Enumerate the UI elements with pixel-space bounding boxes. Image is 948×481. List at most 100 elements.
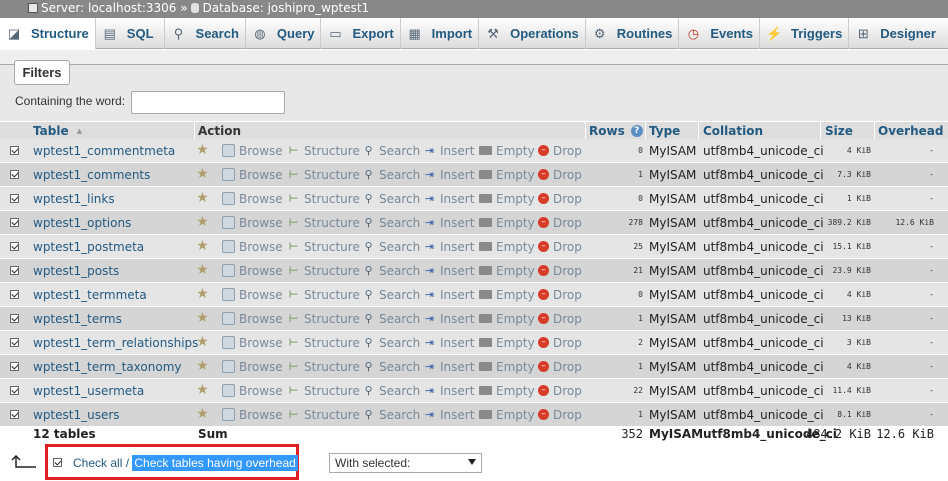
search-action[interactable]: ⚲ Search — [362, 355, 420, 378]
drop-action[interactable]: – Drop — [538, 139, 582, 162]
insert-action[interactable]: ⇥ Insert — [423, 403, 475, 426]
breadcrumb-database[interactable]: Database: joshipro_wptest1 — [202, 1, 369, 15]
search-action[interactable]: ⚲ Search — [362, 211, 420, 234]
empty-action[interactable]: Empty — [479, 211, 535, 234]
drop-action[interactable]: – Drop — [538, 331, 582, 354]
structure-action[interactable]: ⊢ Structure — [287, 307, 360, 330]
search-action[interactable]: ⚲ Search — [362, 259, 420, 282]
tab-designer[interactable]: ⊞ Designer — [849, 18, 942, 49]
size-value[interactable]: 11.4 KiB — [832, 379, 871, 402]
structure-action[interactable]: ⊢ Structure — [287, 331, 360, 354]
table-name-link[interactable]: wptest1_comments — [33, 163, 150, 186]
empty-action[interactable]: Empty — [479, 307, 535, 330]
insert-action[interactable]: ⇥ Insert — [423, 283, 475, 306]
drop-action[interactable]: – Drop — [538, 187, 582, 210]
table-name-link[interactable]: wptest1_postmeta — [33, 235, 144, 258]
structure-action[interactable]: ⊢ Structure — [287, 187, 360, 210]
col-header-type[interactable]: Type — [649, 122, 680, 139]
check-all-checkbox[interactable] — [53, 458, 62, 467]
row-checkbox[interactable] — [10, 290, 19, 299]
row-checkbox[interactable] — [10, 314, 19, 323]
empty-action[interactable]: Empty — [479, 139, 535, 162]
tab-operations[interactable]: ⚒ Operations — [479, 18, 586, 49]
size-value[interactable]: 3 KiB — [847, 331, 871, 354]
row-checkbox[interactable] — [10, 242, 19, 251]
browse-action[interactable]: Browse — [222, 379, 283, 402]
check-overhead-link[interactable]: Check tables having overhead — [132, 455, 298, 471]
favorite-star-icon[interactable]: ★ — [196, 187, 213, 210]
table-name-link[interactable]: wptest1_users — [33, 403, 120, 426]
drop-action[interactable]: – Drop — [538, 379, 582, 402]
browse-action[interactable]: Browse — [222, 403, 283, 426]
size-value[interactable]: 389.2 KiB — [828, 211, 871, 234]
structure-action[interactable]: ⊢ Structure — [287, 283, 360, 306]
tab-query[interactable]: ◍ Query — [246, 18, 322, 49]
drop-action[interactable]: – Drop — [538, 235, 582, 258]
tab-import[interactable]: ▦ Import — [401, 18, 480, 49]
empty-action[interactable]: Empty — [479, 355, 535, 378]
browse-action[interactable]: Browse — [222, 283, 283, 306]
insert-action[interactable]: ⇥ Insert — [423, 139, 475, 162]
search-action[interactable]: ⚲ Search — [362, 235, 420, 258]
drop-action[interactable]: – Drop — [538, 211, 582, 234]
tab-export[interactable]: ▭ Export — [321, 18, 401, 49]
check-all-link[interactable]: Check all — [73, 456, 122, 470]
size-value[interactable]: 23.9 KiB — [832, 259, 871, 282]
breadcrumb-server[interactable]: Server: localhost:3306 — [41, 1, 176, 15]
row-checkbox[interactable] — [10, 338, 19, 347]
tab-events[interactable]: ◷ Events — [679, 18, 760, 49]
favorite-star-icon[interactable]: ★ — [196, 403, 213, 426]
structure-action[interactable]: ⊢ Structure — [287, 355, 360, 378]
row-checkbox[interactable] — [10, 194, 19, 203]
drop-action[interactable]: – Drop — [538, 259, 582, 282]
row-checkbox[interactable] — [10, 266, 19, 275]
structure-action[interactable]: ⊢ Structure — [287, 379, 360, 402]
row-checkbox[interactable] — [10, 146, 19, 155]
favorite-star-icon[interactable]: ★ — [196, 331, 213, 354]
insert-action[interactable]: ⇥ Insert — [423, 187, 475, 210]
size-value[interactable]: 13 KiB — [842, 307, 871, 330]
favorite-star-icon[interactable]: ★ — [196, 139, 213, 162]
tab-search[interactable]: ⚲ Search — [165, 18, 246, 49]
structure-action[interactable]: ⊢ Structure — [287, 139, 360, 162]
size-value[interactable]: 4 KiB — [847, 283, 871, 306]
table-name-link[interactable]: wptest1_options — [33, 211, 131, 234]
structure-action[interactable]: ⊢ Structure — [287, 211, 360, 234]
drop-action[interactable]: – Drop — [538, 307, 582, 330]
col-header-collation[interactable]: Collation — [703, 122, 763, 139]
insert-action[interactable]: ⇥ Insert — [423, 259, 475, 282]
row-checkbox[interactable] — [10, 410, 19, 419]
structure-action[interactable]: ⊢ Structure — [287, 403, 360, 426]
favorite-star-icon[interactable]: ★ — [196, 211, 213, 234]
with-selected-dropdown[interactable]: With selected: — [329, 453, 482, 473]
insert-action[interactable]: ⇥ Insert — [423, 163, 475, 186]
drop-action[interactable]: – Drop — [538, 403, 582, 426]
search-action[interactable]: ⚲ Search — [362, 187, 420, 210]
insert-action[interactable]: ⇥ Insert — [423, 235, 475, 258]
insert-action[interactable]: ⇥ Insert — [423, 331, 475, 354]
search-action[interactable]: ⚲ Search — [362, 307, 420, 330]
favorite-star-icon[interactable]: ★ — [196, 259, 213, 282]
empty-action[interactable]: Empty — [479, 379, 535, 402]
structure-action[interactable]: ⊢ Structure — [287, 259, 360, 282]
browse-action[interactable]: Browse — [222, 331, 283, 354]
drop-action[interactable]: – Drop — [538, 163, 582, 186]
tab-structure[interactable]: ◪ Structure — [0, 18, 96, 49]
empty-action[interactable]: Empty — [479, 163, 535, 186]
search-action[interactable]: ⚲ Search — [362, 403, 420, 426]
drop-action[interactable]: – Drop — [538, 355, 582, 378]
browse-action[interactable]: Browse — [222, 259, 283, 282]
table-name-link[interactable]: wptest1_termmeta — [33, 283, 147, 306]
browse-action[interactable]: Browse — [222, 163, 283, 186]
tab-routines[interactable]: ⚙ Routines — [586, 18, 680, 49]
help-icon[interactable]: ? — [630, 124, 643, 137]
empty-action[interactable]: Empty — [479, 283, 535, 306]
favorite-star-icon[interactable]: ★ — [196, 307, 213, 330]
insert-action[interactable]: ⇥ Insert — [423, 379, 475, 402]
browse-action[interactable]: Browse — [222, 211, 283, 234]
favorite-star-icon[interactable]: ★ — [196, 235, 213, 258]
empty-action[interactable]: Empty — [479, 187, 535, 210]
search-action[interactable]: ⚲ Search — [362, 331, 420, 354]
size-value[interactable]: 4 KiB — [847, 139, 871, 162]
table-name-link[interactable]: wptest1_commentmeta — [33, 139, 175, 162]
